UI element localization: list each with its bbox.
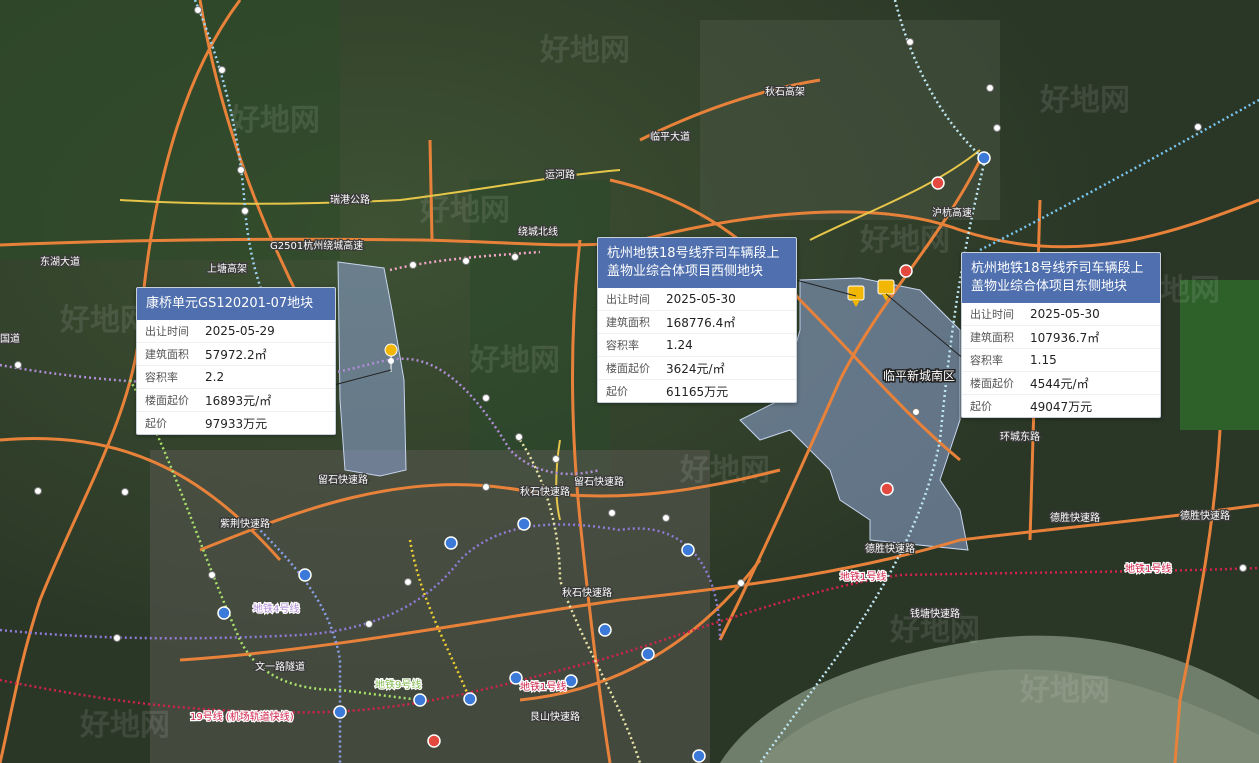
svg-text:19号线 (机场轨道快线): 19号线 (机场轨道快线) [190, 710, 294, 723]
svg-text:好地网: 好地网 [469, 343, 560, 378]
svg-text:绕城北线: 绕城北线 [518, 225, 558, 238]
svg-text:临平新城南区: 临平新城南区 [883, 368, 955, 383]
svg-text:留石快速路: 留石快速路 [318, 473, 368, 486]
svg-text:地铁1号线: 地铁1号线 [1125, 562, 1171, 575]
svg-text:好地网: 好地网 [1019, 673, 1110, 708]
card-title: 杭州地铁18号线乔司车辆段上盖物业综合体项目东侧地块 [962, 253, 1160, 303]
district-labels: 临平新城南区 [882, 367, 957, 385]
svg-text:留石快速路: 留石快速路 [574, 475, 624, 488]
detail-value: 3624元/㎡ [658, 356, 796, 380]
detail-value: 97933万元 [205, 416, 268, 431]
svg-text:好地网: 好地网 [539, 33, 630, 68]
detail-key: 容积率 [962, 348, 1022, 372]
card-details: 出让时间 2025-05-29 建筑面积 57972.2㎡ 容积率 2.2 楼面起价 1… [137, 320, 335, 434]
detail-row: 起价 49047万元 [962, 395, 1160, 418]
detail-key: 起价 [970, 400, 992, 413]
detail-value: 61165万元 [666, 384, 729, 399]
detail-key: 建筑面积 [137, 342, 197, 366]
svg-text:好地网: 好地网 [229, 103, 320, 138]
detail-key: 楼面起价 [962, 371, 1022, 395]
svg-text:德胜快速路: 德胜快速路 [1180, 509, 1230, 522]
land-info-card-kangqiao[interactable]: 康桥单元GS120201-07地块 出让时间 2025-05-29 建筑面积 579… [136, 287, 336, 435]
detail-key: 容积率 [137, 365, 197, 389]
card-title: 杭州地铁18号线乔司车辆段上盖物业综合体项目西侧地块 [598, 238, 796, 288]
svg-text:地铁4号线: 地铁4号线 [253, 602, 299, 615]
svg-text:国道: 国道 [0, 332, 20, 345]
svg-text:钱塘快速路: 钱塘快速路 [910, 607, 960, 620]
detail-row: 楼面起价 3624元/㎡ [598, 356, 796, 380]
detail-row: 楼面起价 16893元/㎡ [137, 388, 335, 412]
detail-value: 2025-05-30 [658, 288, 796, 311]
svg-text:秋石高架: 秋石高架 [765, 85, 805, 98]
detail-value: 16893元/㎡ [197, 388, 335, 412]
detail-value: 1.24 [658, 333, 796, 357]
svg-text:好地网: 好地网 [1039, 83, 1130, 118]
svg-text:紫荆快速路: 紫荆快速路 [220, 517, 270, 530]
detail-value: 57972.2㎡ [197, 342, 335, 366]
detail-value: 1.15 [1022, 348, 1160, 372]
detail-value: 168776.4㎡ [658, 310, 796, 334]
land-info-card-qiaosi-east[interactable]: 杭州地铁18号线乔司车辆段上盖物业综合体项目东侧地块 出让时间 2025-05-3… [961, 252, 1161, 418]
detail-row: 起价 61165万元 [598, 380, 796, 403]
detail-key: 出让时间 [598, 288, 658, 311]
detail-key: 出让时间 [137, 320, 197, 343]
detail-key: 起价 [606, 385, 628, 398]
detail-key: 建筑面积 [962, 325, 1022, 349]
detail-row: 容积率 2.2 [137, 365, 335, 389]
card-details: 出让时间 2025-05-30 建筑面积 168776.4㎡ 容积率 1.24 楼面起… [598, 288, 796, 402]
detail-row: 建筑面积 107936.7㎡ [962, 325, 1160, 349]
detail-row: 出让时间 2025-05-30 [598, 288, 796, 311]
card-title: 康桥单元GS120201-07地块 [137, 288, 335, 320]
detail-value: 2025-05-30 [1022, 303, 1160, 326]
detail-row: 起价 97933万元 [137, 412, 335, 435]
svg-text:地铁1号线: 地铁1号线 [520, 680, 566, 693]
svg-text:秋石快速路: 秋石快速路 [520, 485, 570, 498]
svg-text:好地网: 好地网 [79, 708, 170, 743]
svg-text:地铁9号线: 地铁9号线 [375, 678, 421, 691]
detail-row: 建筑面积 168776.4㎡ [598, 310, 796, 334]
svg-text:德胜快速路: 德胜快速路 [1050, 511, 1100, 524]
detail-value: 49047万元 [1030, 399, 1093, 414]
svg-text:德胜快速路: 德胜快速路 [865, 542, 915, 555]
detail-row: 容积率 1.15 [962, 348, 1160, 372]
svg-text:运河路: 运河路 [545, 168, 575, 181]
detail-key: 容积率 [598, 333, 658, 357]
detail-row: 出让时间 2025-05-30 [962, 303, 1160, 326]
detail-value: 107936.7㎡ [1022, 325, 1160, 349]
detail-row: 建筑面积 57972.2㎡ [137, 342, 335, 366]
detail-key: 起价 [145, 417, 167, 430]
card-details: 出让时间 2025-05-30 建筑面积 107936.7㎡ 容积率 1.15 楼面起… [962, 303, 1160, 417]
svg-text:东湖大道: 东湖大道 [40, 255, 80, 268]
svg-text:地铁1号线: 地铁1号线 [840, 570, 886, 583]
svg-text:G2501杭州绕城高速: G2501杭州绕城高速 [270, 239, 363, 252]
detail-value: 2025-05-29 [197, 320, 335, 343]
detail-key: 楼面起价 [598, 356, 658, 380]
svg-text:瑞港公路: 瑞港公路 [330, 193, 370, 206]
detail-value: 4544元/㎡ [1022, 371, 1160, 395]
detail-key: 楼面起价 [137, 388, 197, 412]
land-info-card-qiaosi-west[interactable]: 杭州地铁18号线乔司车辆段上盖物业综合体项目西侧地块 出让时间 2025-05-3… [597, 237, 797, 403]
svg-text:沪杭高速: 沪杭高速 [932, 206, 972, 219]
svg-text:环城东路: 环城东路 [1000, 430, 1040, 443]
detail-key: 出让时间 [962, 303, 1022, 326]
svg-text:好地网: 好地网 [859, 223, 950, 258]
svg-text:文一路隧道: 文一路隧道 [255, 660, 305, 673]
detail-key: 建筑面积 [598, 310, 658, 334]
svg-text:艮山快速路: 艮山快速路 [530, 710, 580, 723]
detail-value: 2.2 [197, 365, 335, 389]
detail-row: 楼面起价 4544元/㎡ [962, 371, 1160, 395]
detail-row: 容积率 1.24 [598, 333, 796, 357]
detail-row: 出让时间 2025-05-29 [137, 320, 335, 343]
svg-text:上塘高架: 上塘高架 [207, 262, 247, 275]
svg-text:临平大道: 临平大道 [650, 130, 690, 143]
svg-text:秋石快速路: 秋石快速路 [562, 586, 612, 599]
